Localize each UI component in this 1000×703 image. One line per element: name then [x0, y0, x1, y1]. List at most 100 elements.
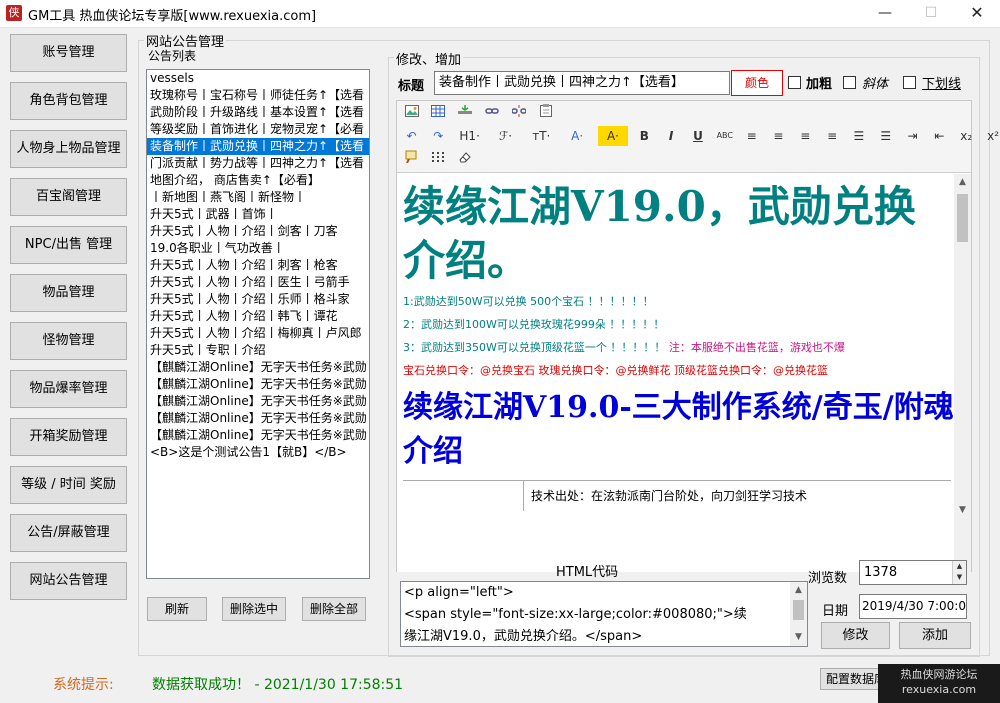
link-icon[interactable]: [481, 103, 502, 123]
announce-list-item[interactable]: 升天5式丨武器丨首饰丨: [147, 206, 369, 223]
announce-list-item[interactable]: 门派贡献丨势力战等丨四神之力↑【选看: [147, 155, 369, 172]
bold-checkbox[interactable]: [788, 76, 801, 89]
nav-monster-button[interactable]: 怪物管理: [10, 322, 127, 360]
nav-droprate-button[interactable]: 物品爆率管理: [10, 370, 127, 408]
insert-row-icon[interactable]: [455, 103, 476, 123]
announce-list-item[interactable]: 【麒麟江湖Online】无字天书任务※武勋: [147, 410, 369, 427]
announce-list-item[interactable]: 升天5式丨人物丨介绍丨剑客丨刀客: [147, 223, 369, 240]
html-scroll-down-icon[interactable]: ▼: [790, 629, 807, 646]
unlink-icon[interactable]: [508, 103, 529, 123]
nav-level-reward-button[interactable]: 等级 / 时间 奖励: [10, 466, 127, 504]
add-button[interactable]: 添加: [899, 622, 971, 649]
announce-list-item[interactable]: 升天5式丨人物丨介绍丨医生丨弓箭手: [147, 274, 369, 291]
redo-icon[interactable]: ↷: [428, 126, 449, 146]
nav-npc-button[interactable]: NPC/出售 管理: [10, 226, 127, 264]
strikethrough-icon[interactable]: ABC: [714, 126, 735, 146]
color-button[interactable]: 颜色: [731, 70, 783, 96]
eraser-icon[interactable]: [455, 149, 476, 169]
undo-icon[interactable]: ↶: [401, 126, 422, 146]
nav-account-button[interactable]: 账号管理: [10, 34, 127, 72]
unordered-list-icon[interactable]: ☰: [875, 126, 896, 146]
announce-list-item[interactable]: 升天5式丨人物丨介绍丨韩飞丨谭花: [147, 308, 369, 325]
announce-list-item[interactable]: <B>这是个测试公告1【就B】</B>: [147, 444, 369, 461]
maximize-button[interactable]: ☐: [908, 0, 954, 28]
html-code-textarea[interactable]: <p align="left"> <span style="font-size:…: [400, 581, 808, 647]
announce-list-item[interactable]: vessels: [147, 70, 369, 87]
italic-icon[interactable]: I: [661, 126, 682, 146]
nav-web-announce-button[interactable]: 网站公告管理: [10, 562, 127, 600]
announce-list-item[interactable]: 升天5式丨专职丨介绍: [147, 342, 369, 359]
announce-list-item[interactable]: 升天5式丨人物丨介绍丨梅柳真丨卢风郎: [147, 325, 369, 342]
html-scrollbar-thumb[interactable]: [793, 600, 804, 620]
scroll-down-icon[interactable]: ▼: [954, 502, 971, 519]
announce-list-item[interactable]: 19.0各职业丨气功改善丨: [147, 240, 369, 257]
content-table-text: 技术出处：在泫勃派南门台阶处，向刀剑狂学习技术: [531, 489, 808, 503]
announce-list-item[interactable]: 地图介绍， 商店售卖↑【必看】: [147, 172, 369, 189]
nav-items-button[interactable]: 物品管理: [10, 274, 127, 312]
align-justify-icon[interactable]: ≡: [822, 126, 843, 146]
editor-content[interactable]: 续缘江湖V19.0，武勋兑换介绍。 1:武勋达到50W可以兑换 500个宝石 ！…: [397, 174, 954, 572]
announce-list-item[interactable]: 升天5式丨人物丨介绍丨乐师丨格斗家: [147, 291, 369, 308]
nav-body-items-button[interactable]: 人物身上物品管理: [10, 130, 127, 168]
announce-list-item[interactable]: 【麒麟江湖Online】无字天书任务※武勋: [147, 376, 369, 393]
highlight-color-dropdown[interactable]: A·: [597, 126, 628, 146]
nav-box-reward-button[interactable]: 开箱奖励管理: [10, 418, 127, 456]
editor-scrollbar[interactable]: ▲ ▼: [954, 174, 971, 572]
announce-list-item[interactable]: 玫瑰称号丨宝石称号丨师徒任务↑【选看: [147, 87, 369, 104]
title-input[interactable]: 装备制作丨武勋兑换丨四神之力↑【选看】: [434, 71, 730, 95]
font-color-dropdown[interactable]: A·: [562, 126, 592, 146]
align-right-icon[interactable]: ≡: [795, 126, 816, 146]
nav-treasure-button[interactable]: 百宝阁管理: [10, 178, 127, 216]
delete-selected-button[interactable]: 删除选中: [222, 597, 286, 621]
table-icon[interactable]: [428, 103, 449, 123]
html-scroll-up-icon[interactable]: ▲: [790, 582, 807, 599]
html-code-line: <p align="left">: [404, 585, 514, 600]
window-title: GM工具 热血侠论坛专享版[www.rexuexia.com]: [28, 9, 317, 24]
content-commands: 宝石兑换口令：@兑换宝石 玫瑰兑换口令：@兑换鲜花 顶级花篮兑换口令：@兑换花篮: [403, 364, 828, 377]
font-size-dropdown[interactable]: тT·: [526, 126, 556, 146]
brush-icon[interactable]: [401, 149, 422, 169]
font-family-dropdown[interactable]: ℱ·: [490, 126, 520, 146]
minimize-button[interactable]: —: [862, 0, 908, 28]
content-line-3: 3：武勋达到350W可以兑换顶级花篮一个 ！！！！！ 注：本服绝不出售花篮，游戏…: [403, 336, 954, 359]
refresh-button[interactable]: 刷新: [147, 597, 207, 621]
editor-scrollbar-thumb[interactable]: [957, 194, 968, 242]
announce-list-item[interactable]: 【麒麟江湖Online】无字天书任务※武勋: [147, 359, 369, 376]
editor-toolbar: ↶ ↷ H1· ℱ· тT· A· A· B I U ABC ≡ ≡ ≡ ≡ ☰…: [397, 101, 999, 173]
date-input[interactable]: 2019/4/30 7:00:00: [859, 594, 967, 619]
delete-all-button[interactable]: 删除全部: [302, 597, 366, 621]
outdent-icon[interactable]: ⇤: [929, 126, 950, 146]
html-scrollbar[interactable]: ▲ ▼: [790, 582, 807, 646]
align-center-icon[interactable]: ≡: [768, 126, 789, 146]
announce-list-item[interactable]: 等级奖励丨首饰进化丨宠物灵宠↑【必看: [147, 121, 369, 138]
paste-icon[interactable]: [535, 103, 556, 123]
announce-list-item[interactable]: 【麒麟江湖Online】无字天书任务※武勋: [147, 393, 369, 410]
scroll-up-icon[interactable]: ▲: [954, 174, 971, 191]
heading-dropdown[interactable]: H1·: [455, 126, 485, 146]
announce-list-item[interactable]: 武勋阶段丨升级路线丨基本设置↑【选看: [147, 104, 369, 121]
underline-icon[interactable]: U: [687, 126, 708, 146]
close-button[interactable]: ✕: [954, 0, 1000, 28]
nav-announce-block-button[interactable]: 公告/屏蔽管理: [10, 514, 127, 552]
bold-icon[interactable]: B: [634, 126, 655, 146]
image-icon[interactable]: [401, 103, 422, 123]
announce-list-title: 公告列表: [146, 47, 199, 64]
superscript-icon[interactable]: x²: [983, 126, 1000, 146]
views-input[interactable]: 1378: [859, 560, 967, 585]
announce-list[interactable]: vessels 玫瑰称号丨宝石称号丨师徒任务↑【选看 武勋阶段丨升级路线丨基本设置↑…: [146, 69, 370, 579]
underline-checkbox[interactable]: [903, 76, 916, 89]
indent-icon[interactable]: ⇥: [902, 126, 923, 146]
subscript-icon[interactable]: x₂: [956, 126, 977, 146]
announce-list-item[interactable]: 丨新地图丨燕飞阁丨新怪物丨: [147, 189, 369, 206]
toolbar-row-1: [401, 103, 558, 125]
announce-list-item[interactable]: 升天5式丨人物丨介绍丨刺客丨枪客: [147, 257, 369, 274]
ordered-list-icon[interactable]: ☰: [848, 126, 869, 146]
italic-checkbox[interactable]: [843, 76, 856, 89]
views-spinner[interactable]: ▲ ▼: [952, 561, 966, 584]
announce-list-item[interactable]: 装备制作丨武勋兑换丨四神之力↑【选看: [147, 138, 369, 155]
modify-button[interactable]: 修改: [821, 622, 890, 649]
align-left-icon[interactable]: ≡: [741, 126, 762, 146]
grid-icon[interactable]: [428, 149, 449, 169]
nav-role-bag-button[interactable]: 角色背包管理: [10, 82, 127, 120]
announce-list-item[interactable]: 【麒麟江湖Online】无字天书任务※武勋: [147, 427, 369, 444]
